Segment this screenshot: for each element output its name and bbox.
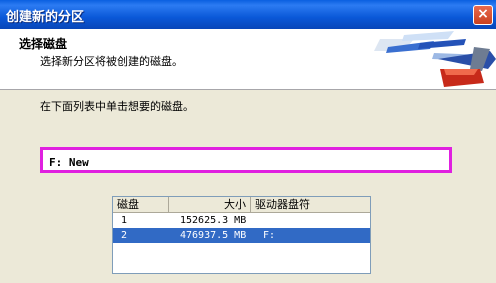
cell-drive-letter: F: (263, 230, 276, 241)
wizard-header: 选择磁盘 选择新分区将被创建的磁盘。 (0, 29, 496, 90)
cell-disk: 1 (121, 215, 128, 226)
table-row-selected[interactable]: 2 476937.5 MB F: (113, 228, 370, 243)
table-row[interactable]: 1 152625.3 MB (113, 213, 370, 228)
column-header-size[interactable]: 大小 (169, 197, 251, 212)
instruction-text: 在下面列表中单击想要的磁盘。 (40, 100, 194, 113)
selected-disk-field: F: New (40, 147, 452, 173)
step-subtitle: 选择新分区将被创建的磁盘。 (40, 55, 183, 68)
column-header-disk[interactable]: 磁盘 (113, 197, 169, 212)
disk-tool-icon (374, 31, 496, 87)
step-title: 选择磁盘 (19, 37, 68, 51)
title-bar: 创建新的分区 × (0, 0, 496, 29)
disk-list-header: 磁盘 大小 驱动器盘符 (113, 197, 370, 213)
disk-list[interactable]: 磁盘 大小 驱动器盘符 1 152625.3 MB 2 476937.5 MB … (112, 196, 371, 274)
column-header-drive-letter[interactable]: 驱动器盘符 (251, 197, 370, 212)
selected-disk-value: F: New (49, 156, 89, 169)
cell-size: 152625.3 MB (180, 215, 247, 226)
cell-size: 476937.5 MB (180, 230, 247, 241)
close-button[interactable]: × (473, 5, 493, 25)
window-title: 创建新的分区 (6, 10, 85, 25)
cell-disk: 2 (121, 230, 128, 241)
